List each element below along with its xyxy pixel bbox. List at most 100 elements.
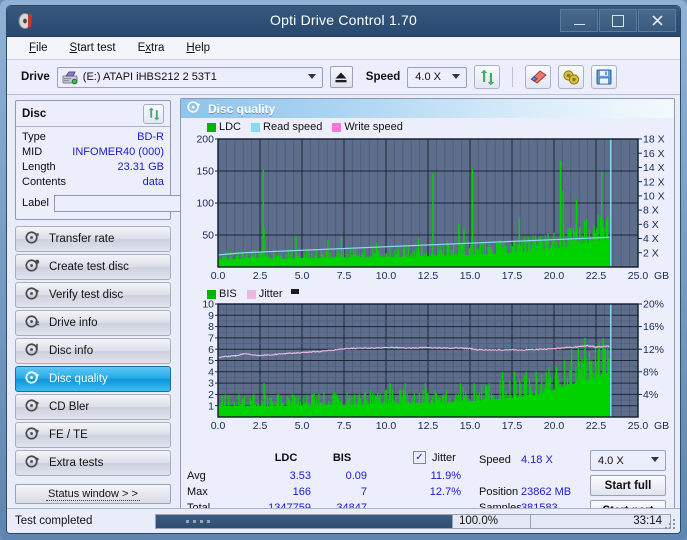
ldc-chart-svg: 501001502002 X4 X6 X8 X10 X12 X14 X16 X1…	[181, 135, 675, 285]
svg-text:10.0: 10.0	[376, 270, 397, 282]
legend-ldc: LDC	[207, 121, 241, 133]
menu-start-test-label: tart test	[77, 42, 115, 54]
ldc-chart-legend: LDC Read speed Write speed	[207, 121, 409, 133]
svg-text:16 X: 16 X	[643, 148, 665, 160]
drive-select[interactable]: (E:) ATAPI iHBS212 2 53T1	[57, 67, 323, 88]
sidebar-item-label: Transfer rate	[49, 233, 114, 245]
save-button[interactable]	[591, 65, 617, 89]
legend-label: Jitter	[259, 288, 283, 300]
svg-text:6 X: 6 X	[643, 219, 659, 231]
maximize-button[interactable]	[599, 9, 637, 32]
disc-verify-icon	[25, 286, 40, 304]
svg-text:4: 4	[208, 366, 214, 378]
disc-bler-icon	[25, 398, 40, 416]
jitter-checkbox[interactable]: ✓	[413, 451, 426, 464]
refresh-button[interactable]	[474, 65, 500, 89]
disc-row-type: Type BD-R	[22, 130, 164, 145]
svg-text:7.5: 7.5	[337, 270, 352, 282]
menu-extra[interactable]: Extra	[138, 42, 165, 54]
sidebar-item-transfer-rate[interactable]: Transfer rate	[15, 226, 171, 252]
legend-swatch	[247, 290, 256, 299]
disc-row-mid: MID INFOMER40 (000)	[22, 145, 164, 160]
sidebar-item-drive-info[interactable]: Drive info	[15, 310, 171, 336]
test-speed-value: 4.0 X	[598, 455, 624, 467]
disc-panel-header: Disc	[22, 104, 164, 124]
bis-chart-legend: BIS Jitter	[207, 288, 299, 300]
disc-detail-icon	[25, 342, 40, 360]
sidebar-nav: Transfer rate Create test disc Verify te…	[15, 226, 171, 476]
svg-text:2: 2	[208, 389, 214, 401]
sidebar-item-verify-test-disc[interactable]: Verify test disc	[15, 282, 171, 308]
svg-text:9: 9	[208, 310, 214, 322]
disc-extra-icon	[25, 454, 40, 472]
menu-extra-label: tra	[151, 42, 164, 54]
ldc-avg-value: 3.53	[241, 470, 311, 482]
close-button[interactable]	[638, 9, 676, 32]
sidebar-item-cd-bler[interactable]: CD Bler	[15, 394, 171, 420]
stats-header-bis: BIS	[317, 452, 367, 464]
menu-bar: File Start test Extra Help	[7, 37, 680, 60]
menu-file[interactable]: File	[29, 42, 48, 54]
svg-text:8 X: 8 X	[643, 205, 659, 217]
disc-row-value: data	[143, 175, 164, 190]
svg-text:22.5: 22.5	[586, 420, 607, 432]
minimize-button[interactable]	[560, 9, 598, 32]
svg-text:16%: 16%	[643, 321, 664, 333]
sidebar-item-create-test-disc[interactable]: Create test disc	[15, 254, 171, 280]
drive-value: (E:) ATAPI iHBS212 2 53T1	[83, 71, 217, 83]
svg-text:20.0: 20.0	[544, 270, 565, 282]
drive-label: Drive	[21, 71, 50, 83]
disc-info-panel: Disc Type BD-R MID INFOMER40 (000)	[15, 100, 171, 220]
sidebar-item-extra-tests[interactable]: Extra tests	[15, 450, 171, 476]
status-message: Test completed	[7, 515, 155, 527]
sidebar-item-disc-quality[interactable]: Disc quality	[15, 366, 171, 392]
legend-read-speed: Read speed	[251, 121, 322, 133]
speed-select[interactable]: 4.0 X	[407, 67, 467, 88]
resize-grip[interactable]	[665, 519, 677, 531]
erase-button[interactable]	[525, 65, 551, 89]
disc-row-value: BD-R	[137, 130, 164, 145]
jitter-checkbox-label: Jitter	[432, 452, 456, 464]
disc-info-icon	[25, 314, 40, 332]
status-bar: Test completed 100.0% 33:14	[7, 508, 680, 533]
stats-row-label-max: Max	[187, 486, 208, 498]
test-speed-select[interactable]: 4.0 X	[590, 450, 666, 471]
speed-stat-value: 4.18 X	[521, 454, 589, 466]
svg-text:5: 5	[208, 355, 214, 367]
legend-label: BIS	[219, 288, 237, 300]
toolbar: Drive (E:) ATAPI iHBS212 2 53T1 Speed	[7, 60, 680, 95]
eject-button[interactable]	[330, 66, 353, 88]
svg-text:17.5: 17.5	[502, 420, 523, 432]
window-controls	[560, 9, 676, 32]
svg-text:50: 50	[202, 230, 214, 242]
disc-row-contents: Contents data	[22, 175, 164, 190]
jitter-max-value: 12.7%	[396, 486, 461, 498]
sidebar-item-disc-info[interactable]: Disc info	[15, 338, 171, 364]
refresh-icon	[479, 69, 496, 86]
disc-test-icon	[25, 230, 40, 248]
stats-header-ldc: LDC	[261, 452, 311, 464]
title-bar: Opti Drive Control 1.70	[7, 6, 680, 37]
sidebar-item-label: Verify test disc	[49, 289, 123, 301]
chevron-down-icon	[452, 74, 460, 79]
menu-help[interactable]: Help	[186, 42, 210, 54]
status-window-button-label: Status window > >	[46, 488, 140, 501]
svg-text:12%: 12%	[643, 344, 664, 356]
menu-start-test[interactable]: Start test	[70, 42, 116, 54]
speed-stat-label: Speed	[479, 454, 511, 466]
svg-text:200: 200	[196, 135, 214, 146]
svg-text:2.5: 2.5	[253, 420, 268, 432]
disc-refresh-button[interactable]	[143, 104, 164, 124]
status-window-button[interactable]: Status window > >	[15, 484, 171, 504]
start-full-button[interactable]: Start full	[590, 475, 666, 496]
sidebar-item-fe-te[interactable]: FE / TE	[15, 422, 171, 448]
settings-button[interactable]	[558, 65, 584, 89]
legend-bis: BIS	[207, 288, 237, 300]
svg-text:6: 6	[208, 344, 214, 356]
legend-label: LDC	[219, 121, 241, 133]
svg-text:GB: GB	[654, 270, 669, 282]
svg-text:8%: 8%	[643, 366, 658, 378]
drive-icon	[62, 71, 78, 89]
disc-row-value: INFOMER40 (000)	[72, 145, 164, 160]
sidebar-item-label: FE / TE	[49, 429, 88, 441]
